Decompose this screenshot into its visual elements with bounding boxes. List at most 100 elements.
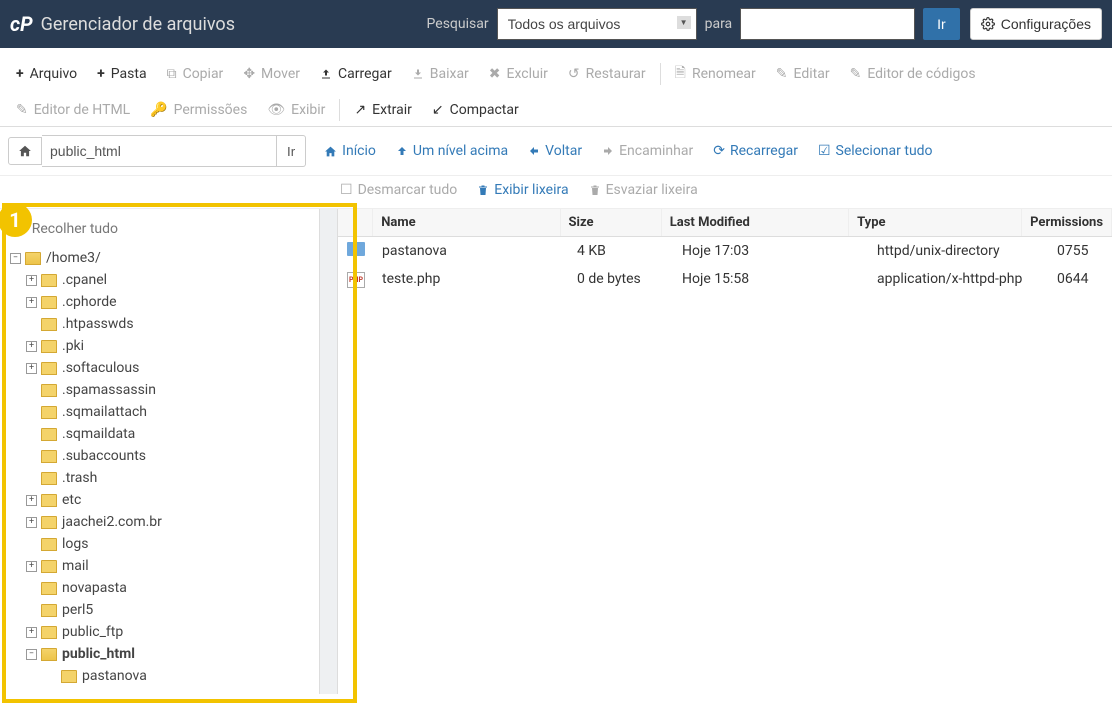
nav-view-trash-link[interactable]: Exibir lixeira <box>477 182 568 198</box>
compress-button[interactable]: ↙Compactar <box>422 94 529 126</box>
view-button[interactable]: 👁Exibir <box>257 94 335 126</box>
tree-item[interactable]: perl5 <box>4 599 319 621</box>
tree-item[interactable]: + .cphorde <box>4 291 319 313</box>
collapse-all-link[interactable]: ⟲ Recolher tudo <box>4 213 319 245</box>
restore-button[interactable]: ↺Restaurar <box>558 58 656 90</box>
nav-back-link[interactable]: Voltar <box>528 143 582 159</box>
tree-item[interactable]: .trash <box>4 467 319 489</box>
settings-button[interactable]: Configurações <box>970 8 1102 40</box>
path-go-button[interactable]: Ir <box>277 135 306 167</box>
expand-toggle[interactable]: + <box>26 297 37 308</box>
home-button[interactable] <box>8 137 42 165</box>
cell-modified: Hoje 17:03 <box>674 238 869 264</box>
pane-splitter[interactable] <box>320 209 338 694</box>
col-permissions[interactable]: Permissions <box>1022 209 1112 236</box>
html-editor-button[interactable]: ✎Editor de HTML <box>6 94 140 126</box>
folder-icon <box>41 648 57 661</box>
tree-item[interactable]: +public_ftp <box>4 621 319 643</box>
tree-item[interactable]: .sqmailattach <box>4 401 319 423</box>
expand-toggle[interactable]: + <box>26 561 37 572</box>
tree-item[interactable]: +.pki <box>4 335 319 357</box>
extract-button[interactable]: ↗Extrair <box>344 94 421 126</box>
main-toolbar: +Arquivo +Pasta ⧉Copiar ✥Mover Carregar … <box>0 48 1112 127</box>
tree-item[interactable]: .spamassassin <box>4 379 319 401</box>
tree-root[interactable]: − /home3/ <box>4 247 319 269</box>
expand-toggle[interactable]: − <box>10 253 21 264</box>
move-icon: ✥ <box>243 66 255 82</box>
tree-spacer <box>26 319 37 330</box>
gear-icon <box>981 17 995 31</box>
tree-item[interactable]: + .cpanel <box>4 269 319 291</box>
folder-tree-sidebar: ⟲ Recolher tudo − /home3/ + .cpanel + .cpho… <box>0 209 320 694</box>
tree-label: .cpanel <box>62 270 107 290</box>
permissions-button[interactable]: 🔑Permissões <box>140 94 257 126</box>
new-file-button[interactable]: +Arquivo <box>6 58 87 90</box>
tree-item[interactable]: logs <box>4 533 319 555</box>
nav-select-all-link[interactable]: ☑Selecionar tudo <box>818 143 933 159</box>
tree-label: mail <box>62 556 89 576</box>
copy-icon: ⧉ <box>167 66 177 82</box>
pencil-icon: ✎ <box>776 66 788 82</box>
search-area: Pesquisar Todos os arquivos para Ir <box>427 8 960 40</box>
cell-size: 0 de bytes <box>569 266 674 292</box>
tree-item[interactable]: +.softaculous <box>4 357 319 379</box>
file-row[interactable]: pastanova4 KBHoje 17:03httpd/unix-direct… <box>338 237 1112 265</box>
folder-icon <box>41 296 57 309</box>
new-folder-button[interactable]: +Pasta <box>87 58 156 90</box>
nav-forward-link[interactable]: Encaminhar <box>602 143 693 159</box>
rename-button[interactable]: 🗎Renomear <box>665 54 766 94</box>
search-go-button[interactable]: Ir <box>923 8 960 40</box>
search-scope-select[interactable]: Todos os arquivos <box>497 8 697 40</box>
nav-empty-trash-link[interactable]: Esvaziar lixeira <box>589 182 698 198</box>
file-row[interactable]: PHPteste.php0 de bytesHoje 15:58applicat… <box>338 265 1112 293</box>
cpanel-icon: cP <box>10 12 33 36</box>
tree-item[interactable]: .sqmaildata <box>4 423 319 445</box>
edit-button[interactable]: ✎Editar <box>766 58 840 90</box>
expand-toggle[interactable]: + <box>26 275 37 286</box>
tree-item[interactable]: +etc <box>4 489 319 511</box>
tree-item[interactable]: pastanova <box>4 665 319 687</box>
tree-label: .htpasswds <box>62 314 134 334</box>
key-icon: 🔑 <box>150 102 167 118</box>
close-icon: ✖ <box>489 66 501 82</box>
tree-label: logs <box>62 534 88 554</box>
delete-button[interactable]: ✖Excluir <box>479 58 558 90</box>
restore-icon: ↺ <box>568 66 580 82</box>
nav-home-link[interactable]: Início <box>324 143 376 159</box>
nav-reload-link[interactable]: ⟳Recarregar <box>713 143 798 159</box>
expand-toggle[interactable]: + <box>26 341 37 352</box>
eye-icon: 👁 <box>267 102 285 118</box>
move-button[interactable]: ✥Mover <box>233 58 310 90</box>
col-type[interactable]: Type <box>849 209 1022 236</box>
upload-button[interactable]: Carregar <box>310 58 402 90</box>
folder-icon <box>41 340 57 353</box>
tree-item[interactable]: −public_html <box>4 643 319 665</box>
path-input[interactable] <box>42 135 277 167</box>
code-editor-button[interactable]: ✎Editor de códigos <box>840 58 986 90</box>
file-table-header: Name Size Last Modified Type Permissions <box>338 209 1112 237</box>
nav-deselect-all-link[interactable]: ☐Desmarcar tudo <box>340 182 457 198</box>
tree-label: .cphorde <box>62 292 117 312</box>
cell-perm: 0755 <box>1049 238 1112 264</box>
tree-label: .sqmaildata <box>62 424 135 444</box>
tree-item[interactable]: + mail <box>4 555 319 577</box>
tree-item[interactable]: +jaachei2.com.br <box>4 511 319 533</box>
col-size[interactable]: Size <box>561 209 662 236</box>
tree-item[interactable]: novapasta <box>4 577 319 599</box>
expand-toggle[interactable]: + <box>26 627 37 638</box>
secondary-nav: ☐Desmarcar tudo Exibir lixeira Esvaziar … <box>0 176 1112 209</box>
nav-up-link[interactable]: Um nível acima <box>396 143 508 159</box>
col-modified[interactable]: Last Modified <box>662 209 849 236</box>
expand-toggle[interactable]: − <box>26 649 37 660</box>
tree-spacer <box>26 539 37 550</box>
expand-toggle[interactable]: + <box>26 517 37 528</box>
col-icon[interactable] <box>338 209 373 236</box>
expand-toggle[interactable]: + <box>26 363 37 374</box>
expand-toggle[interactable]: + <box>26 495 37 506</box>
download-button[interactable]: Baixar <box>402 58 479 90</box>
copy-button[interactable]: ⧉Copiar <box>157 58 234 90</box>
search-input[interactable] <box>740 8 915 40</box>
tree-item[interactable]: .subaccounts <box>4 445 319 467</box>
col-name[interactable]: Name <box>373 209 560 236</box>
tree-item[interactable]: .htpasswds <box>4 313 319 335</box>
